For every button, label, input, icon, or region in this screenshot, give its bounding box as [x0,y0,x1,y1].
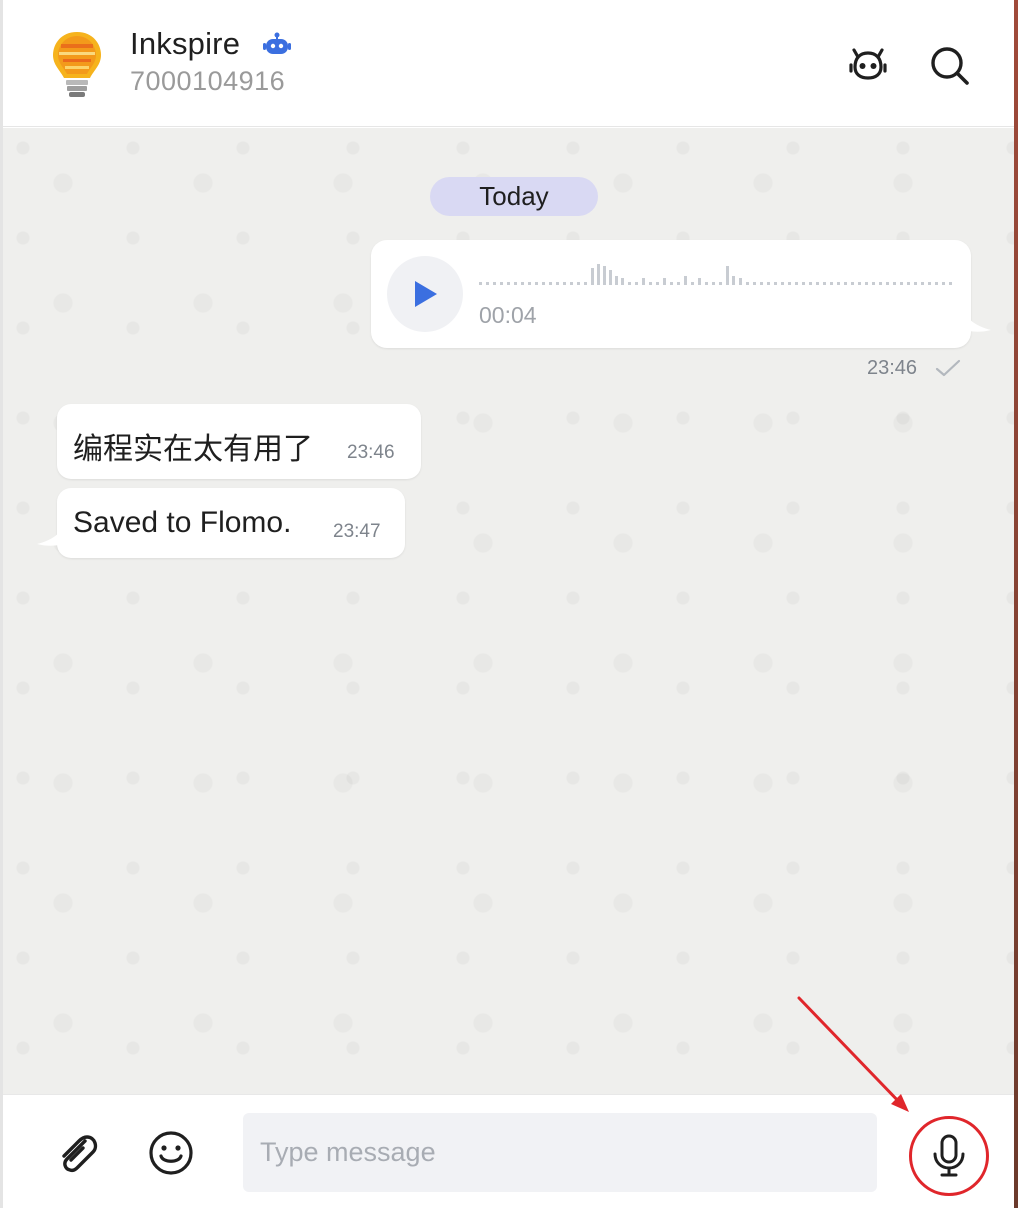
message-input[interactable] [243,1113,877,1192]
incoming-message[interactable]: 编程实在太有用了 23:46 [57,404,421,479]
check-icon [935,359,961,377]
search-button[interactable] [924,40,974,90]
incoming-message[interactable]: Saved to Flomo. 23:47 [57,488,405,558]
voice-waveform [479,264,952,285]
window-edge [1014,0,1018,1208]
emoji-button[interactable] [143,1125,199,1181]
microphone-icon [933,1134,965,1177]
paperclip-icon [62,1135,98,1173]
message-list[interactable]: Today 00:04 23:46 编程实在太有用了 23:46 Saved t… [3,128,1017,1094]
emoji-icon [149,1131,193,1175]
bot-icon [849,48,887,80]
outgoing-voice-message[interactable]: 00:04 [371,240,971,348]
search-icon [931,47,969,85]
composer-bar [3,1094,1017,1208]
chat-title: Inkspire [130,26,241,61]
date-separator: Today [430,177,598,216]
voice-record-button[interactable] [909,1116,989,1196]
chat-window: Inkspire 7000104916 Today 00:04 23:46 编程… [0,0,1018,1208]
lightbulb-ideas-icon [53,32,101,97]
avatar[interactable] [47,28,107,102]
bot-badge-icon [262,31,292,57]
bubble-tail [37,520,67,546]
message-time: 23:47 [333,521,381,542]
bubble-tail [961,306,991,332]
chat-subtitle: 7000104916 [130,66,286,96]
message-text: 编程实在太有用了 [73,433,313,466]
chat-header: Inkspire 7000104916 [3,0,1017,127]
outgoing-message-meta: 23:46 [867,356,961,380]
message-time: 23:46 [867,356,918,379]
bot-menu-button[interactable] [843,40,893,90]
message-time: 23:46 [347,442,395,463]
play-button[interactable] [387,256,463,332]
attach-button[interactable] [49,1125,105,1181]
message-text: Saved to Flomo. [73,506,292,539]
voice-duration: 00:04 [479,302,537,328]
play-icon [415,281,437,307]
